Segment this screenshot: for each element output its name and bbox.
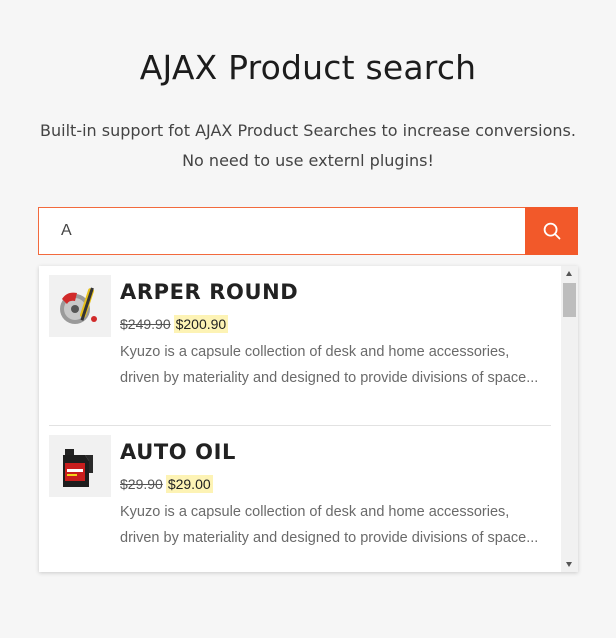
search-bar bbox=[38, 207, 578, 255]
product-name[interactable]: AUTO OIL bbox=[120, 440, 236, 464]
results-scrollbar[interactable] bbox=[561, 266, 578, 572]
old-price: $29.90 bbox=[120, 476, 163, 492]
search-icon bbox=[543, 222, 560, 240]
subtitle-line-2: No need to use externl plugins! bbox=[182, 151, 434, 170]
sale-price: $29.00 bbox=[165, 475, 213, 493]
result-item[interactable]: AUTO OIL $29.90 $29.00 Kyuzo is a capsule… bbox=[49, 426, 551, 572]
product-description: Kyuzo is a capsule collection of desk an… bbox=[120, 504, 539, 546]
product-prices: $29.90 $29.00 bbox=[120, 475, 213, 493]
product-thumbnail[interactable] bbox=[49, 435, 111, 497]
search-input[interactable] bbox=[38, 207, 525, 255]
product-prices: $249.90 $200.90 bbox=[120, 315, 229, 333]
search-button[interactable] bbox=[525, 207, 578, 255]
oil-bottle-icon bbox=[63, 449, 93, 487]
product-description: Kyuzo is a capsule collection of desk an… bbox=[120, 344, 539, 386]
result-item[interactable]: ARPER ROUND $249.90 $200.90 Kyuzo is a ca… bbox=[49, 266, 551, 426]
scrollbar-thumb[interactable] bbox=[563, 283, 576, 317]
scroll-down-arrow-icon[interactable] bbox=[566, 562, 572, 567]
scroll-up-arrow-icon[interactable] bbox=[566, 271, 572, 276]
subtitle-line-1: Built-in support fot AJAX Product Search… bbox=[40, 121, 576, 140]
brake-caliper-icon bbox=[60, 287, 97, 324]
sale-price: $200.90 bbox=[173, 315, 229, 333]
old-price: $249.90 bbox=[120, 316, 171, 332]
page-title: AJAX Product search bbox=[139, 48, 477, 87]
product-thumbnail[interactable] bbox=[49, 275, 111, 337]
search-results-dropdown: ARPER ROUND $249.90 $200.90 Kyuzo is a ca… bbox=[39, 266, 578, 572]
result-list: ARPER ROUND $249.90 $200.90 Kyuzo is a ca… bbox=[39, 266, 561, 572]
page-subtitle: Built-in support fot AJAX Product Search… bbox=[0, 116, 616, 176]
product-name[interactable]: ARPER ROUND bbox=[120, 280, 298, 304]
